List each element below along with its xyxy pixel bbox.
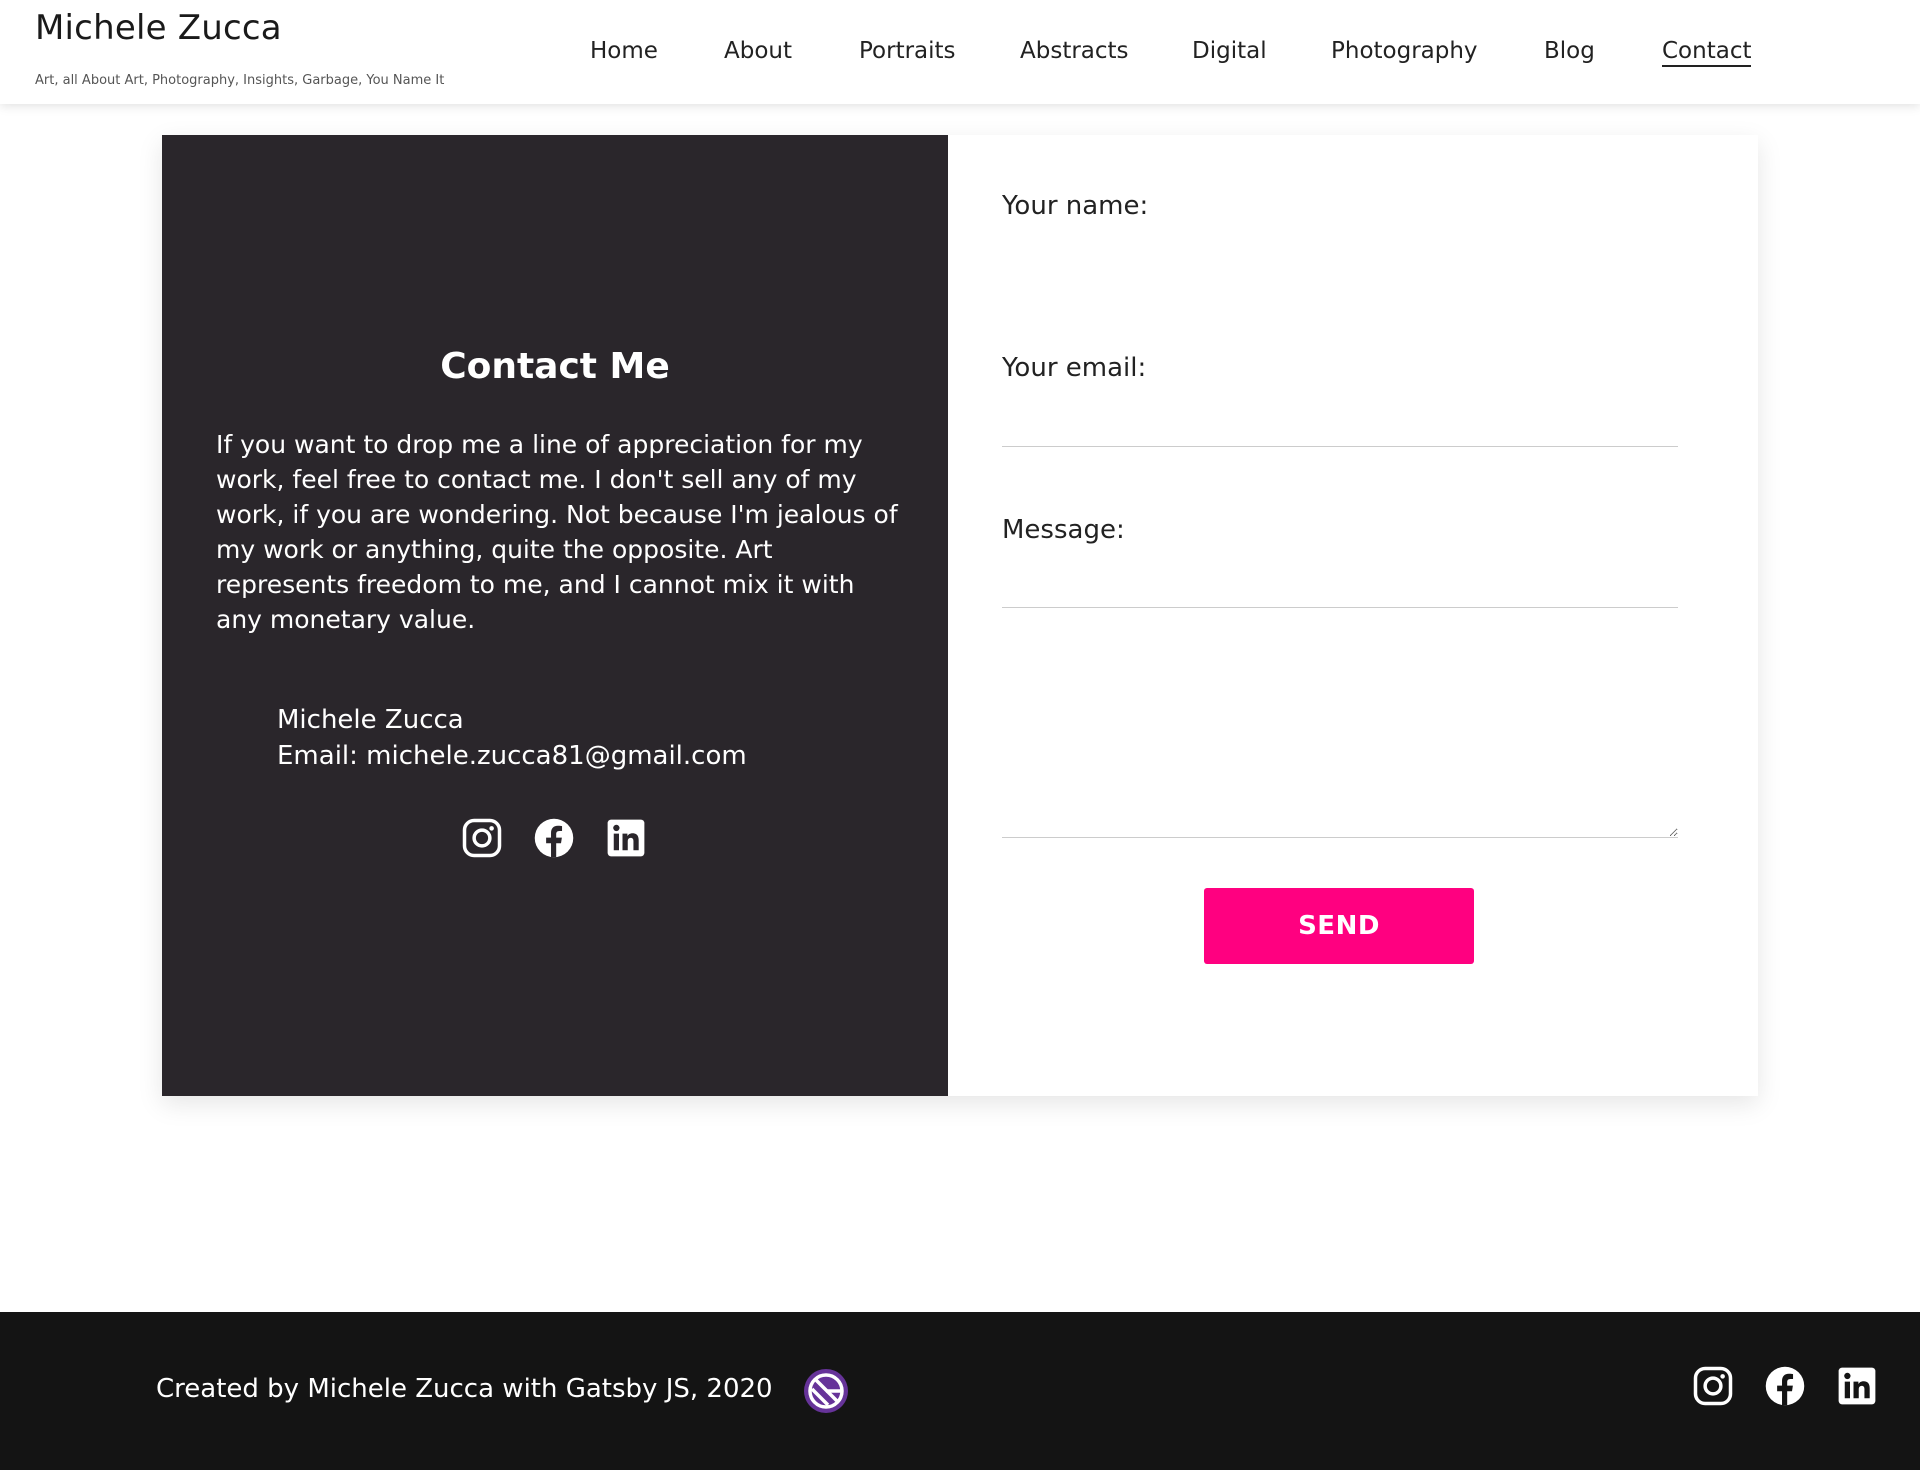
email-label: Your email: [1002, 353, 1147, 383]
message-textarea[interactable] [1002, 563, 1678, 838]
contact-description: If you want to drop me a line of appreci… [216, 430, 898, 634]
nav-item-digital[interactable]: Digital [1192, 38, 1267, 64]
name-label: Your name: [1002, 191, 1149, 221]
panel-social-links [162, 817, 948, 863]
gatsby-icon[interactable] [802, 1367, 850, 1415]
site-header: Michele Zucca Art, all About Art, Photog… [0, 0, 1920, 104]
site-footer: Created by Michele Zucca with Gatsby JS,… [0, 1312, 1920, 1470]
main-nav: Home About Portraits Abstracts Digital P… [0, 38, 1920, 78]
nav-item-photography[interactable]: Photography [1331, 38, 1478, 64]
nav-item-blog[interactable]: Blog [1544, 38, 1595, 64]
linkedin-icon[interactable] [1836, 1365, 1878, 1407]
nav-item-abstracts[interactable]: Abstracts [1020, 38, 1129, 64]
linkedin-icon[interactable] [605, 817, 647, 859]
nav-item-home[interactable]: Home [590, 38, 658, 64]
contact-form: Your name: Your email: Message: SEND [948, 135, 1758, 1096]
instagram-icon[interactable] [461, 817, 503, 859]
nav-item-about[interactable]: About [724, 38, 792, 64]
nav-item-portraits[interactable]: Portraits [859, 38, 956, 64]
contact-info-panel: Contact Me If you want to drop me a line… [162, 135, 948, 1096]
contact-name: Michele Zucca [277, 705, 464, 735]
facebook-icon[interactable] [1764, 1365, 1806, 1407]
message-label: Message: [1002, 515, 1125, 545]
contact-heading: Contact Me [440, 346, 670, 387]
send-button[interactable]: SEND [1204, 888, 1474, 964]
facebook-icon[interactable] [533, 817, 575, 859]
instagram-icon[interactable] [1692, 1365, 1734, 1407]
name-input[interactable] [1002, 386, 1678, 447]
contact-email[interactable]: Email: michele.zucca81@gmail.com [277, 741, 747, 771]
nav-item-contact[interactable]: Contact [1662, 38, 1752, 67]
contact-card: Contact Me If you want to drop me a line… [162, 135, 1758, 1096]
footer-credit: Created by Michele Zucca with Gatsby JS,… [156, 1374, 773, 1404]
